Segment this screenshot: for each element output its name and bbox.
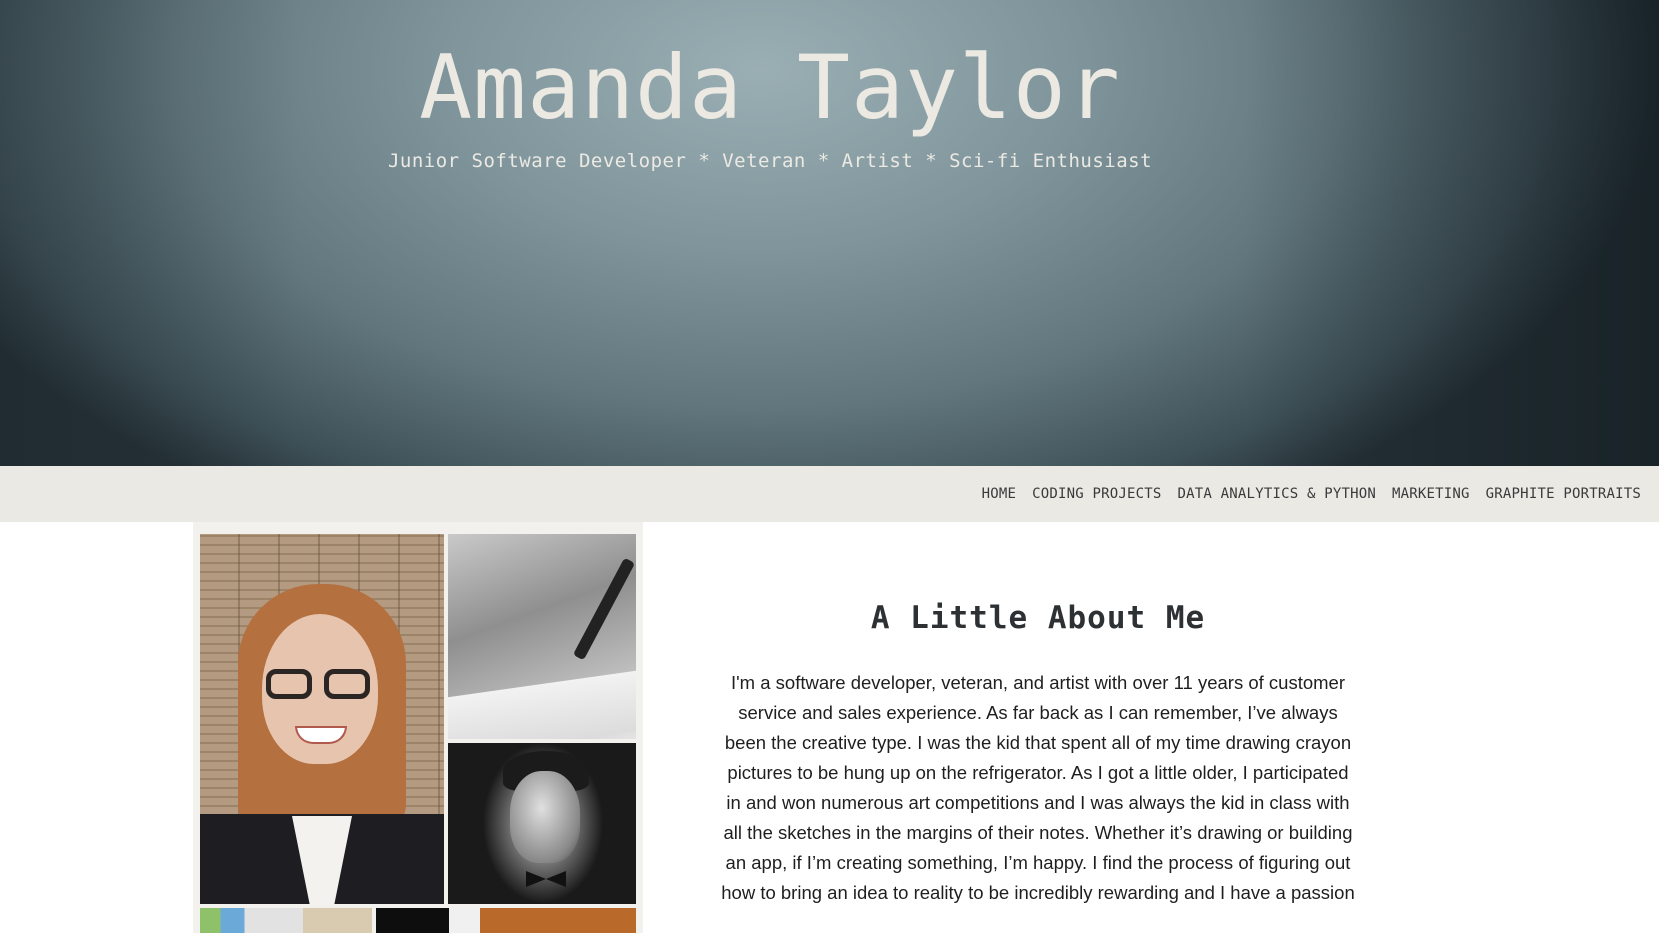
- main-navigation: HOME CODING PROJECTS DATA ANALYTICS & PY…: [0, 466, 1659, 522]
- site-title: Amanda Taylor: [419, 36, 1121, 139]
- graphite-portrait-image: [448, 743, 636, 904]
- nav-item-graphite-portraits[interactable]: GRAPHITE PORTRAITS: [1478, 486, 1649, 502]
- graphite-sketch-in-progress-image: [448, 534, 636, 739]
- glasses-shape: [266, 669, 376, 703]
- nav-item-data-analytics[interactable]: DATA ANALYTICS & PYTHON: [1170, 486, 1384, 502]
- bowtie-shape: [526, 871, 566, 887]
- coffee-workspace-image: [376, 908, 636, 933]
- about-section: A Little About Me I'm a software develop…: [720, 600, 1356, 908]
- photo-collage: [193, 522, 643, 933]
- nav-item-coding-projects[interactable]: CODING PROJECTS: [1024, 486, 1169, 502]
- pencil-shape: [572, 557, 636, 661]
- sketch-head: [510, 771, 580, 863]
- site-tagline: Junior Software Developer * Veteran * Ar…: [387, 150, 1153, 172]
- nav-item-marketing[interactable]: MARKETING: [1384, 486, 1478, 502]
- about-paragraph: I'm a software developer, veteran, and a…: [721, 672, 1355, 903]
- nav-list: HOME CODING PROJECTS DATA ANALYTICS & PY…: [974, 466, 1649, 522]
- portrait-photo: [200, 534, 444, 904]
- hero-banner: Amanda Taylor Junior Software Developer …: [0, 0, 1659, 466]
- about-heading: A Little About Me: [870, 600, 1206, 636]
- nav-item-home[interactable]: HOME: [974, 486, 1025, 502]
- art-supplies-image: [200, 908, 372, 933]
- sketch-paper: [448, 670, 636, 739]
